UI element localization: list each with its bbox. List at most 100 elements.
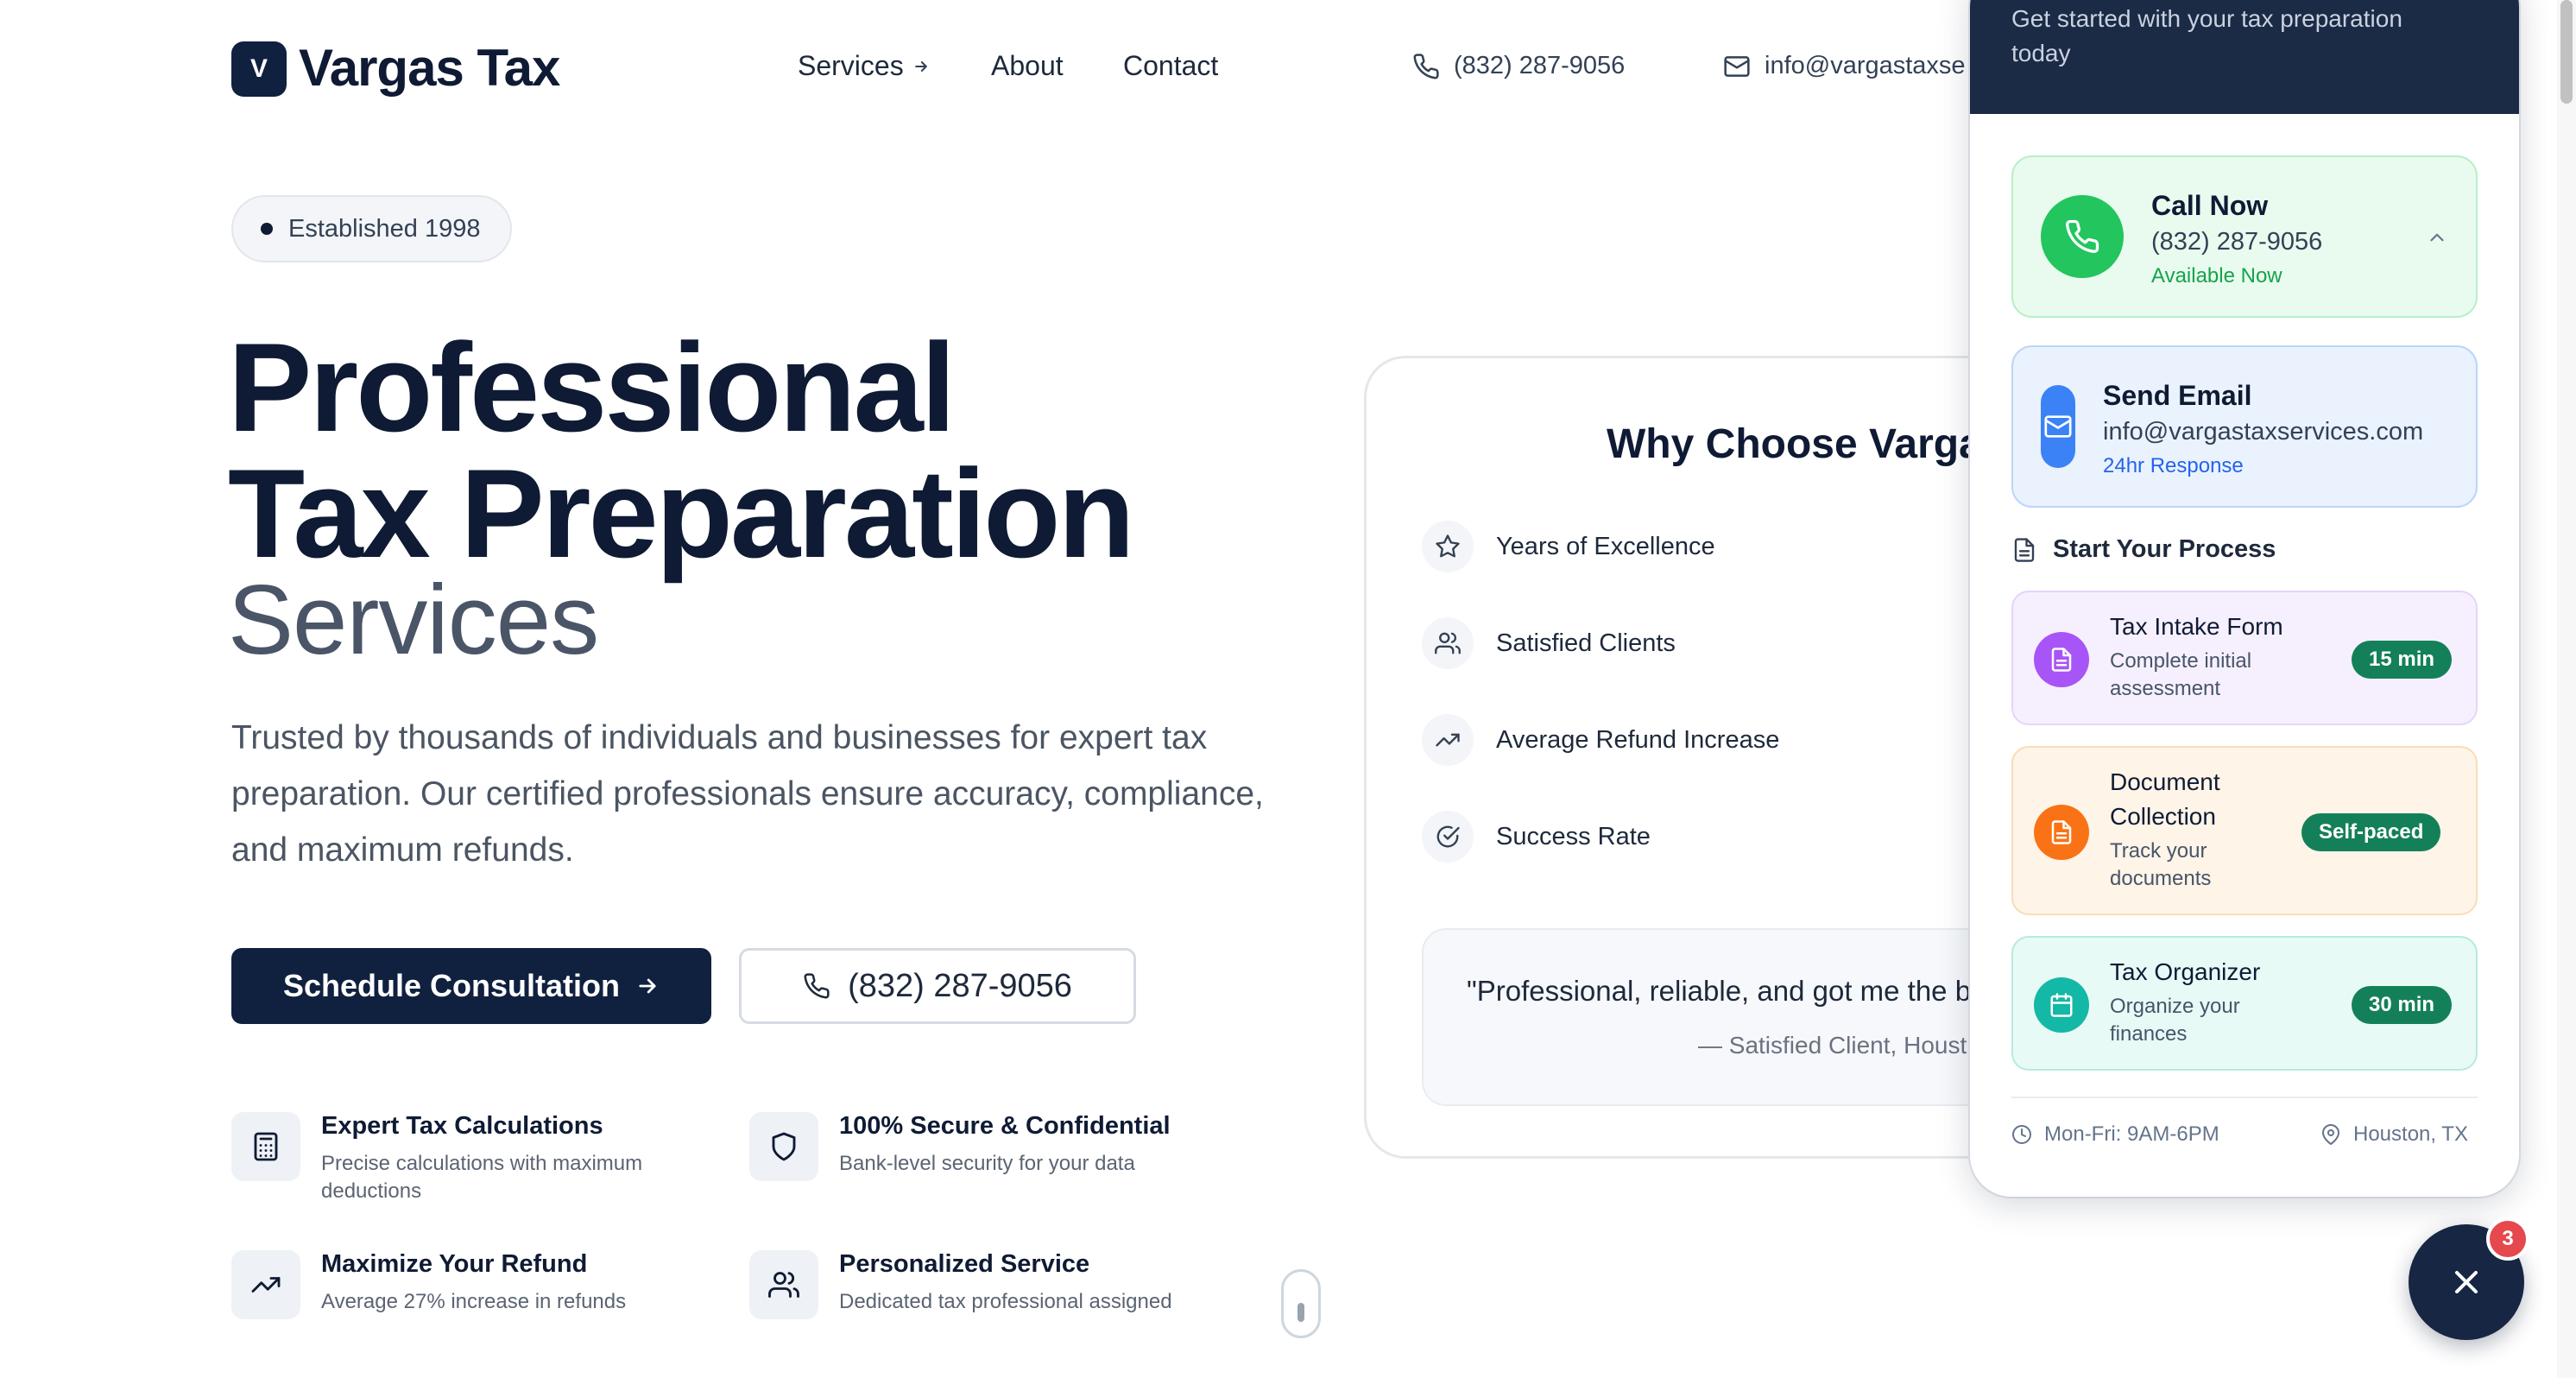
send-email-address: info@vargastaxservices.com [2103,418,2424,446]
phone-icon [803,972,830,1000]
mail-icon [2041,385,2075,468]
send-email-title: Send Email [2103,380,2252,411]
hero-description: Trusted by thousands of individuals and … [231,719,1264,869]
scrollbar-thumb[interactable] [2560,0,2573,104]
send-email-status: 24hr Response [2103,454,2244,477]
process-desc: Organize your finances [2110,995,2240,1046]
users-icon [749,1250,818,1319]
header-email-text: info@vargastaxse [1765,52,1966,79]
header-phone-text: (832) 287-9056 [1454,52,1626,79]
office-hours-text: Mon-Fri: 9AM-6PM [2044,1122,2219,1146]
hero-title-line3: Services [228,566,599,675]
why-item-label: Years of Excellence [1496,532,1715,560]
file-text-icon [2034,632,2089,687]
check-circle-icon [1422,811,1474,863]
calculator-icon [231,1112,300,1181]
hero-title-line2: Tax Preparation [228,443,1135,584]
nav-contact-label: Contact [1123,50,1219,81]
established-text: Established 1998 [288,214,481,243]
clock-icon [2011,1124,2032,1145]
header-email-link[interactable]: info@vargastaxse [1723,52,1966,80]
calendar-icon [2034,977,2089,1033]
hero-title-line1: Professional [228,317,956,458]
feature-title: Expert Tax Calculations [321,1112,603,1140]
why-item: Satisfied Clients [1422,617,1676,669]
start-process-label: Start Your Process [2053,535,2276,563]
call-now-card[interactable]: Call Now (832) 287-9056 Available Now [2011,155,2478,318]
nav-contact[interactable]: Contact [1123,50,1218,82]
scroll-indicator[interactable] [1281,1269,1321,1338]
why-item-label: Success Rate [1496,822,1651,850]
tax-organizer-card[interactable]: Tax Organizer Organize your finances 30 … [2011,936,2478,1071]
phone-icon [1412,53,1440,80]
nav-about-label: About [991,50,1064,81]
feature-title: Maximize Your Refund [321,1250,588,1278]
nav-services[interactable]: Services [798,50,930,82]
why-item: Years of Excellence [1422,521,1715,572]
schedule-consultation-label: Schedule Consultation [282,968,621,1003]
trending-up-icon [1422,714,1474,766]
arrow-right-icon [912,58,930,75]
file-text-icon [2034,805,2089,860]
why-choose-title: Why Choose Vargas [1607,421,2005,467]
established-badge: Established 1998 [231,195,512,262]
start-process-heading: Start Your Process [2011,535,2276,564]
notification-badge: 3 [2486,1217,2529,1261]
send-email-card[interactable]: Send Email info@vargastaxservices.com 24… [2011,345,2478,508]
chevron-up-icon[interactable] [2426,226,2448,249]
panel-header: Get started with your tax preparation to… [1970,0,2519,114]
badge-dot [261,223,273,235]
call-phone-button[interactable]: (832) 287-9056 [739,948,1136,1024]
why-item-label: Average Refund Increase [1496,725,1780,754]
testimonial-quote: "Professional, reliable, and got me the … [1467,975,1972,1007]
office-location-text: Houston, TX [2353,1122,2468,1146]
document-collection-card[interactable]: Document Collection Track your documents… [2011,746,2478,915]
shield-icon [749,1112,818,1181]
feature-desc: Dedicated tax professional assigned [839,1290,1172,1313]
file-text-icon [2011,537,2037,563]
nav-about[interactable]: About [991,50,1064,82]
process-title: Document Collection [2110,768,2220,830]
duration-badge: Self-paced [2301,813,2441,851]
process-desc: Complete initial assessment [2110,649,2252,700]
testimonial-author: — Satisfied Client, Houst [1698,1032,1967,1059]
contact-panel: Get started with your tax preparation to… [1970,0,2519,1197]
panel-header-text: Get started with your tax preparation to… [2011,5,2402,66]
logo-mark[interactable]: V [231,41,287,97]
feature-desc: Bank-level security for your data [839,1152,1135,1175]
duration-badge: 30 min [2352,986,2453,1024]
call-now-title: Call Now [2151,190,2269,221]
office-hours: Mon-Fri: 9AM-6PM [2011,1122,2219,1147]
arrow-right-icon [635,974,660,998]
call-now-phone: (832) 287-9056 [2151,228,2323,256]
process-title: Tax Organizer [2110,958,2261,985]
feature-desc: Average 27% increase in refunds [321,1290,627,1313]
scrollbar-track[interactable] [2557,0,2576,1378]
tax-intake-form-card[interactable]: Tax Intake Form Complete initial assessm… [2011,591,2478,725]
close-icon [2447,1263,2485,1301]
users-icon [1422,617,1474,669]
header-phone-link[interactable]: (832) 287-9056 [1412,52,1625,80]
why-item: Success Rate [1422,811,1651,863]
call-now-status: Available Now [2151,264,2282,288]
star-icon [1422,521,1474,572]
call-phone-label: (832) 287-9056 [848,967,1072,1004]
feature-title: Personalized Service [839,1250,1090,1278]
office-location: Houston, TX [2320,1122,2468,1147]
mail-icon [1723,53,1751,80]
trending-up-icon [231,1250,300,1319]
page: V Vargas Tax Services About Contact (832… [0,0,2576,1378]
scroll-wheel [1297,1303,1304,1322]
why-item-label: Satisfied Clients [1496,629,1676,657]
process-title: Tax Intake Form [2110,613,2283,640]
map-pin-icon [2320,1124,2341,1145]
duration-badge: 15 min [2352,641,2453,679]
why-item: Average Refund Increase [1422,714,1779,766]
nav-services-label: Services [798,50,904,81]
feature-title: 100% Secure & Confidential [839,1112,1171,1140]
panel-divider [2011,1097,2478,1098]
brand-name[interactable]: Vargas Tax [299,38,560,98]
phone-icon [2041,195,2124,278]
feature-desc: Precise calculations with maximum deduct… [321,1152,643,1203]
schedule-consultation-button[interactable]: Schedule Consultation [231,948,711,1024]
